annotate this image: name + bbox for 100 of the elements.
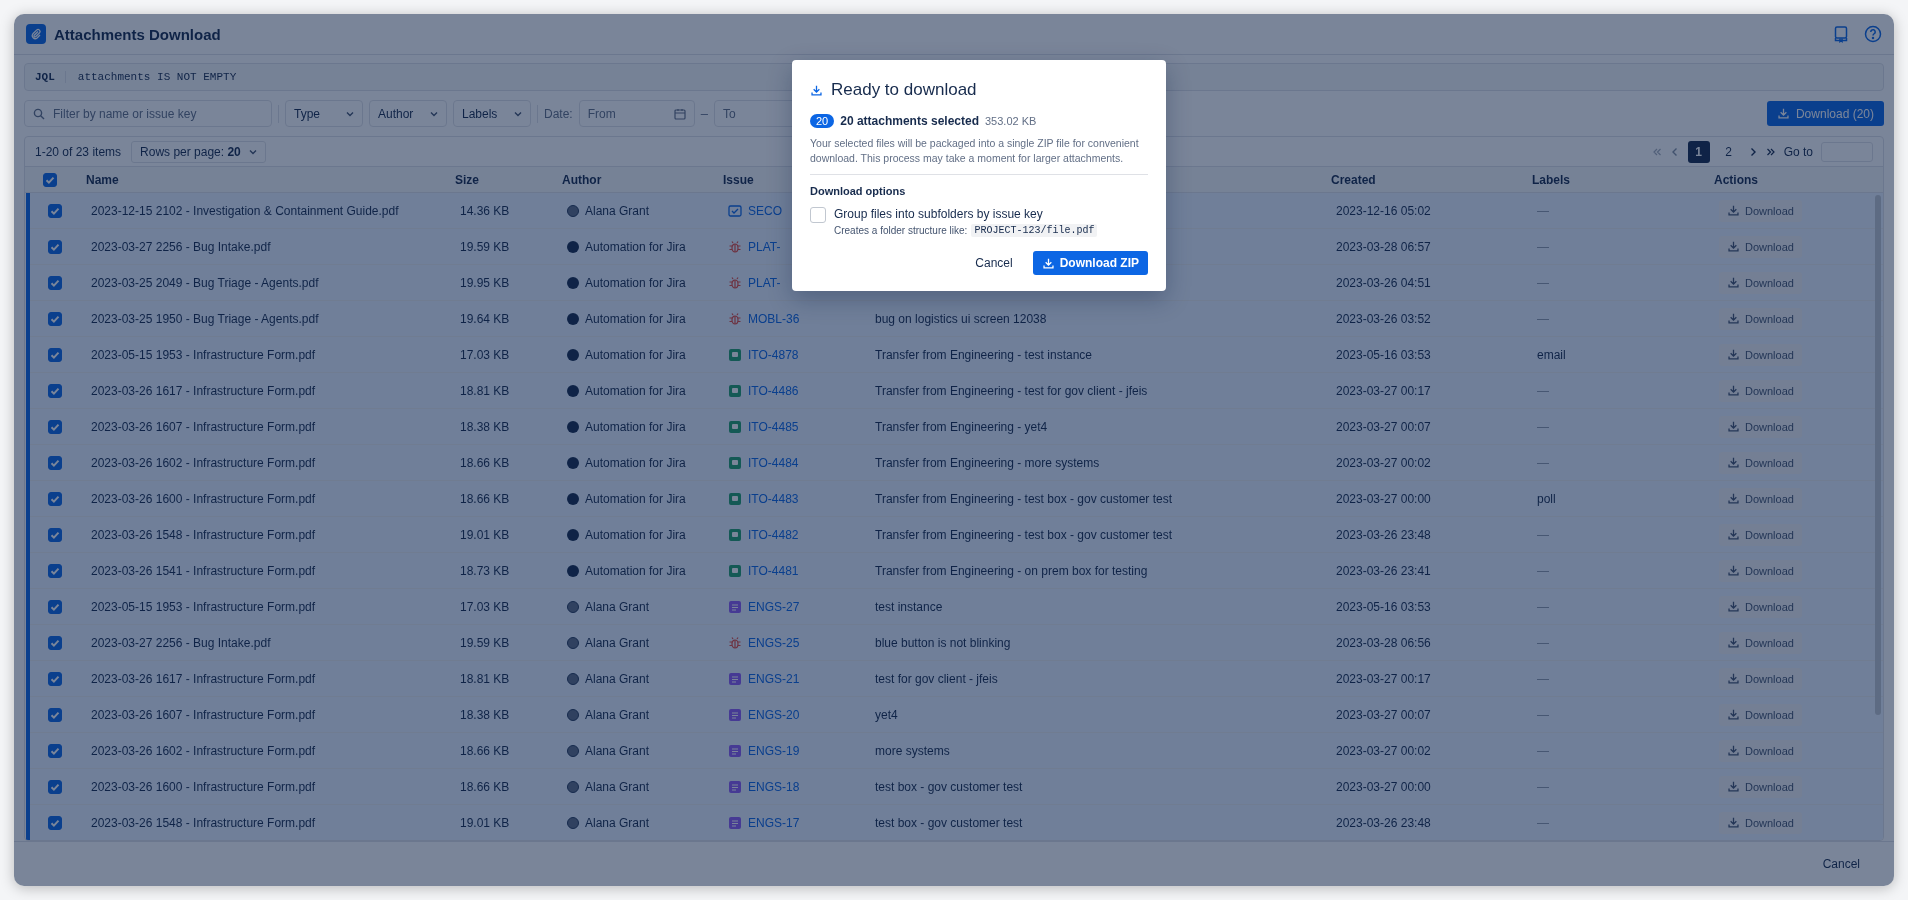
issue-summary: Transfer from Engineering - more systems [875, 455, 1100, 470]
file-size: 17.03 KB [459, 347, 511, 362]
author-name: Alana Grant [585, 203, 650, 218]
created-date: 2023-03-27 00:17 [1335, 671, 1432, 686]
created-date: 2023-05-16 03:53 [1335, 347, 1432, 362]
column-header: Actions [1713, 172, 1759, 187]
item-count: 1-20 of 23 items [35, 144, 122, 159]
window-title: Attachments Download [54, 25, 221, 43]
author-name: Alana Grant [585, 599, 650, 614]
file-name: 2023-03-26 1600 - Infrastructure Form.pdf [90, 491, 317, 506]
date-label: Date: [544, 106, 573, 121]
file-size: 18.73 KB [459, 563, 511, 578]
file-name: 2023-03-26 1617 - Infrastructure Form.pdf [90, 383, 317, 398]
count-badge: 20 [810, 114, 835, 128]
column-header: Size [454, 172, 480, 187]
labels-text: — [1537, 311, 1549, 326]
created-date: 2023-03-27 00:02 [1335, 743, 1432, 758]
column-header: Author [561, 172, 603, 187]
labels-text: — [1537, 779, 1549, 794]
issue-summary: test box - gov customer test [875, 815, 1023, 830]
labels-text: — [1537, 563, 1549, 578]
author-name: Automation for Jira [585, 419, 686, 434]
issue-summary: test instance [875, 599, 943, 614]
created-date: 2023-03-27 00:00 [1335, 779, 1432, 794]
file-name: 2023-03-26 1541 - Infrastructure Form.pdf [90, 563, 317, 578]
file-name: 2023-03-25 2049 - Bug Triage - Agents.pdf [90, 275, 320, 290]
issue-summary: Transfer from Engineering - on prem box for testing [875, 563, 1148, 578]
total-size: 353.02 KB [985, 115, 1037, 127]
dialog-title: Ready to download [831, 80, 977, 100]
file-name: 2023-05-15 1953 - Infrastructure Form.pdf [90, 347, 317, 362]
author-name: Alana Grant [585, 635, 650, 650]
file-size: 19.01 KB [459, 527, 511, 542]
issue-summary: Transfer from Engineering - test box - gov customer test [875, 527, 1172, 542]
labels-text: — [1537, 383, 1549, 398]
author-name: Automation for Jira [585, 455, 686, 470]
author-name: Alana Grant [585, 707, 650, 722]
file-name: 2023-03-26 1600 - Infrastructure Form.pdf [90, 779, 317, 794]
file-name: 2023-03-27 2256 - Bug Intake.pdf [90, 239, 272, 254]
file-size: 17.03 KB [459, 599, 511, 614]
issue-summary: blue button is not blinking [875, 635, 1011, 650]
file-size: 18.38 KB [459, 419, 511, 434]
issue-summary: yet4 [875, 707, 898, 722]
jql-label: JQL [25, 71, 66, 83]
option-label: Group files into subfolders by issue key [834, 207, 1044, 221]
file-size: 18.81 KB [459, 383, 511, 398]
date-separator: – [700, 106, 708, 121]
author-name: Automation for Jira [585, 275, 686, 290]
file-size: 19.95 KB [459, 275, 511, 290]
labels-text: poll [1537, 491, 1556, 506]
created-date: 2023-03-26 03:52 [1335, 311, 1432, 326]
labels-text: — [1537, 419, 1549, 434]
column-header: Issue [722, 172, 755, 187]
author-name: Automation for Jira [585, 383, 686, 398]
author-name: Automation for Jira [585, 527, 686, 542]
created-date: 2023-03-26 04:51 [1335, 275, 1432, 290]
file-size: 18.66 KB [459, 779, 511, 794]
file-name: 2023-03-26 1602 - Infrastructure Form.pdf [90, 455, 317, 470]
labels-text: — [1537, 599, 1549, 614]
file-size: 18.66 KB [459, 491, 511, 506]
file-size: 19.01 KB [459, 815, 511, 830]
file-size: 18.38 KB [459, 707, 511, 722]
file-name: 2023-03-26 1607 - Infrastructure Form.pdf [90, 707, 317, 722]
labels-text: — [1537, 455, 1549, 470]
created-date: 2023-03-27 00:07 [1335, 419, 1432, 434]
created-date: 2023-03-28 06:56 [1335, 635, 1432, 650]
column-header: Created [1330, 172, 1377, 187]
column-header: Labels [1531, 172, 1571, 187]
issue-summary: test box - gov customer test [875, 779, 1023, 794]
labels-text: — [1537, 203, 1549, 218]
jql-query: attachments IS NOT EMPTY [76, 71, 238, 83]
path-example: PROJECT-123/file.pdf [971, 224, 1098, 237]
labels-text: — [1537, 239, 1549, 254]
file-size: 18.81 KB [459, 671, 511, 686]
file-name: 2023-03-26 1548 - Infrastructure Form.pdf [90, 527, 317, 542]
labels-text: — [1537, 815, 1549, 830]
created-date: 2023-03-27 00:00 [1335, 491, 1432, 506]
dialog-description: Your selected files will be packaged into a single ZIP file for convenient download. This process may take a moment for larger attachments. [810, 136, 1140, 166]
options-heading: Download options [810, 185, 907, 197]
file-name: 2023-03-26 1617 - Infrastructure Form.pdf [90, 671, 317, 686]
file-size: 18.66 KB [459, 455, 511, 470]
selection-summary: 20 attachments selected [840, 114, 979, 128]
file-name: 2023-12-15 2102 - Investigation & Containment Guide.pdf [90, 203, 400, 218]
file-name: 2023-03-26 1607 - Infrastructure Form.pdf [90, 419, 317, 434]
file-name: 2023-03-26 1548 - Infrastructure Form.pdf [90, 815, 317, 830]
issue-summary: Transfer from Engineering - test for gov client - jfeis [875, 383, 1148, 398]
file-name: 2023-05-15 1953 - Infrastructure Form.pdf [90, 599, 317, 614]
author-name: Alana Grant [585, 671, 650, 686]
created-date: 2023-03-26 23:48 [1335, 815, 1432, 830]
issue-summary: Transfer from Engineering - yet4 [875, 419, 1048, 434]
created-date: 2023-03-27 00:17 [1335, 383, 1432, 398]
author-name: Automation for Jira [585, 347, 686, 362]
file-name: 2023-03-25 1950 - Bug Triage - Agents.pdf [90, 311, 320, 326]
author-name: Automation for Jira [585, 563, 686, 578]
file-name: 2023-03-26 1602 - Infrastructure Form.pdf [90, 743, 317, 758]
author-name: Alana Grant [585, 743, 650, 758]
labels-text: email [1537, 347, 1566, 362]
author-name: Automation for Jira [585, 311, 686, 326]
column-header: Name [85, 172, 120, 187]
go-to-label: Go to [1783, 144, 1813, 159]
issue-summary: Transfer from Engineering - test box - gov customer test [875, 491, 1172, 506]
